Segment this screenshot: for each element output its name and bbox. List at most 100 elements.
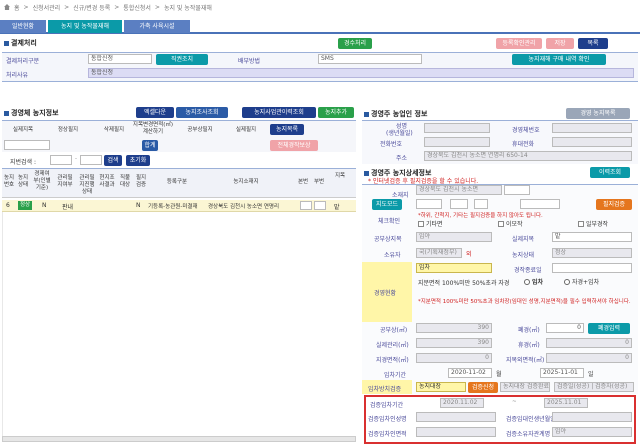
tab-general[interactable]: 일반현황	[0, 20, 46, 33]
parcel-verify-button[interactable]: 필지검증	[596, 199, 632, 210]
checkbox-icon[interactable]	[498, 220, 504, 227]
tab-farmland[interactable]: 농지 및 농작물재해	[48, 20, 122, 33]
land-survey-button[interactable]: 농지조사조회	[176, 107, 228, 118]
verify-from-field: 2020.11.02	[440, 398, 484, 408]
fallow-field[interactable]: 0	[546, 323, 584, 333]
jibun-input-4[interactable]	[520, 199, 560, 209]
reason-label: 처리사유	[6, 72, 29, 79]
row-main-input[interactable]	[300, 201, 312, 210]
fallow-input-button[interactable]: 폐경입력	[588, 323, 630, 334]
breadcrumb-item-2[interactable]: 신규/변경 등록	[73, 3, 110, 12]
check-option-3[interactable]: 일부경작	[578, 219, 608, 228]
submit-process-button[interactable]: 경수처리	[338, 38, 372, 49]
use-area-field: 0	[416, 353, 492, 363]
gh-econ: 경제여부(인별기준)	[33, 171, 51, 191]
process-type-select[interactable]: 통합신청	[88, 54, 152, 64]
breadcrumb-item-4: 농지 및 농작물재해	[163, 4, 212, 12]
land-state-field: 정상	[552, 248, 632, 258]
checkbox-icon[interactable]	[418, 220, 424, 227]
table-row[interactable]: 6 정상 N 판내 N 기등록-농관원-미결재 경상북도 김천시 농소면 연명리…	[2, 200, 356, 212]
authority-action-button[interactable]: 직권조치	[156, 54, 208, 65]
jibun-search-from[interactable]	[50, 155, 72, 165]
verify-tenant-area-label: 검증임차인면적	[368, 431, 407, 438]
save-button[interactable]: 저장	[546, 38, 574, 49]
process-type-label: 결제처리구분	[6, 58, 40, 65]
tab-livestock[interactable]: 가축 사육시설	[124, 20, 190, 33]
land-history-button[interactable]: 농지사업관이력조회	[242, 107, 316, 118]
pay-method-select[interactable]: SMS	[318, 54, 422, 64]
owner-field: 국(기획재정부)	[416, 248, 462, 258]
check-option-2[interactable]: 이모작	[498, 219, 523, 228]
gh-no: 농지번호	[3, 175, 15, 188]
mgmt-select[interactable]: 임차	[416, 263, 492, 273]
use-area-label: 지경면적(㎡)	[376, 357, 409, 364]
col-normal-parcel: 정상필지	[57, 127, 79, 133]
breadcrumb-item-3[interactable]: 통합신청서	[123, 3, 151, 12]
home-icon[interactable]	[4, 4, 10, 10]
mobile-label: 휴대전화	[512, 141, 535, 148]
map-mode-button[interactable]: 지도모드	[372, 199, 402, 210]
jibun-input-1[interactable]	[416, 199, 442, 209]
owner-note: 외	[466, 251, 472, 258]
all-compensation-button[interactable]: 전체경작보상	[270, 140, 318, 151]
grid-scrollbar[interactable]	[2, 436, 356, 442]
lease-from-field[interactable]: 2020-11-02	[448, 368, 492, 378]
verify-landlord-birth-field	[552, 412, 632, 422]
reg-no-label: 경영체번호	[512, 127, 540, 134]
lease-mid-text: 월	[496, 371, 502, 378]
radio-icon[interactable]	[524, 278, 530, 285]
checkbox-icon[interactable]	[578, 220, 584, 227]
gh-reg: 등록구분	[166, 179, 188, 185]
reason-input[interactable]: 통합신청	[88, 68, 634, 78]
holder-land-list-button[interactable]: 경영 농지목록	[566, 108, 630, 119]
gh-addr: 농지소재지	[233, 179, 259, 185]
search-button[interactable]: 검색	[104, 155, 122, 166]
phone-label: 전화번호	[380, 141, 403, 148]
lease-to-field[interactable]: 2025-11-01	[540, 368, 584, 378]
land-grid: 농지번호 농지상태 경제여부(인별기준) 관리필지여부 관리필지진행상태 현지조…	[2, 168, 356, 198]
docs-select[interactable]: 농지대장	[416, 382, 466, 392]
total-pill[interactable]: 합계	[142, 140, 158, 151]
history-check-button[interactable]: 농지재해 구매 내역 확인	[512, 54, 606, 65]
process-title: 결제처리	[4, 38, 37, 48]
lease-radio-2[interactable]: 자경+임차	[564, 277, 599, 286]
jibun-input-2[interactable]	[450, 199, 468, 209]
breadcrumb-home[interactable]: 홈	[14, 3, 20, 12]
list-button[interactable]: 목록	[578, 38, 608, 49]
address-field: 경상북도 김천시 농소면 연명리 650-14	[424, 151, 632, 161]
land-summary: 실제지목 정상필지 삭제필지 지목변경면적(㎡) 계산하기 공부상필지 실제필지…	[2, 120, 356, 152]
row-sub-input[interactable]	[314, 201, 326, 210]
cultivation-end-field[interactable]	[552, 263, 632, 273]
row-reg: 기등록-농관원-미결재	[148, 204, 198, 210]
verify-request-button[interactable]: 검증신청	[468, 382, 498, 393]
location-label: 소재지	[392, 192, 409, 199]
jibun-input-3[interactable]	[474, 199, 488, 209]
excel-download-button[interactable]: 엑셀다운	[136, 107, 174, 118]
check-option-1[interactable]: 기타면	[418, 219, 443, 228]
location-field: 경상북도 김천시 농소면	[416, 185, 502, 195]
col-calc: 계산하기	[142, 129, 164, 135]
breadcrumb-item-1[interactable]: 신청서관리	[33, 3, 61, 12]
reg-no-field	[552, 123, 632, 133]
verify-tenant-name-label: 검증임차인성명	[368, 416, 407, 423]
gh-main: 본번	[297, 179, 309, 185]
summary-select[interactable]	[4, 140, 50, 150]
lease-radio-1[interactable]: 임차	[524, 277, 543, 286]
add-land-button[interactable]: 농지추가	[318, 107, 354, 118]
register-confirm-button[interactable]: 등록확인관리	[496, 38, 542, 49]
row-no: 6	[6, 202, 10, 209]
location-extra[interactable]	[504, 185, 530, 195]
real-jimok-select[interactable]: 밭	[552, 232, 632, 242]
mobile-field	[552, 137, 632, 147]
radio-icon[interactable]	[564, 278, 570, 285]
phone-field	[424, 137, 490, 147]
history-lookup-button[interactable]: 이력조회	[590, 167, 630, 178]
real-jimok-label: 실제지목	[512, 236, 535, 243]
jibun-search-to[interactable]	[80, 155, 102, 165]
land-list-button[interactable]: 농지목록	[270, 124, 304, 135]
pay-method-label: 배부방법	[238, 58, 261, 65]
reset-button[interactable]: 초기화	[126, 155, 150, 166]
fallow-label: 폐경(㎡)	[518, 327, 540, 334]
verify-owner-relation-field: 임야	[552, 427, 632, 437]
col-public-parcel: 공부상필지	[187, 127, 213, 133]
